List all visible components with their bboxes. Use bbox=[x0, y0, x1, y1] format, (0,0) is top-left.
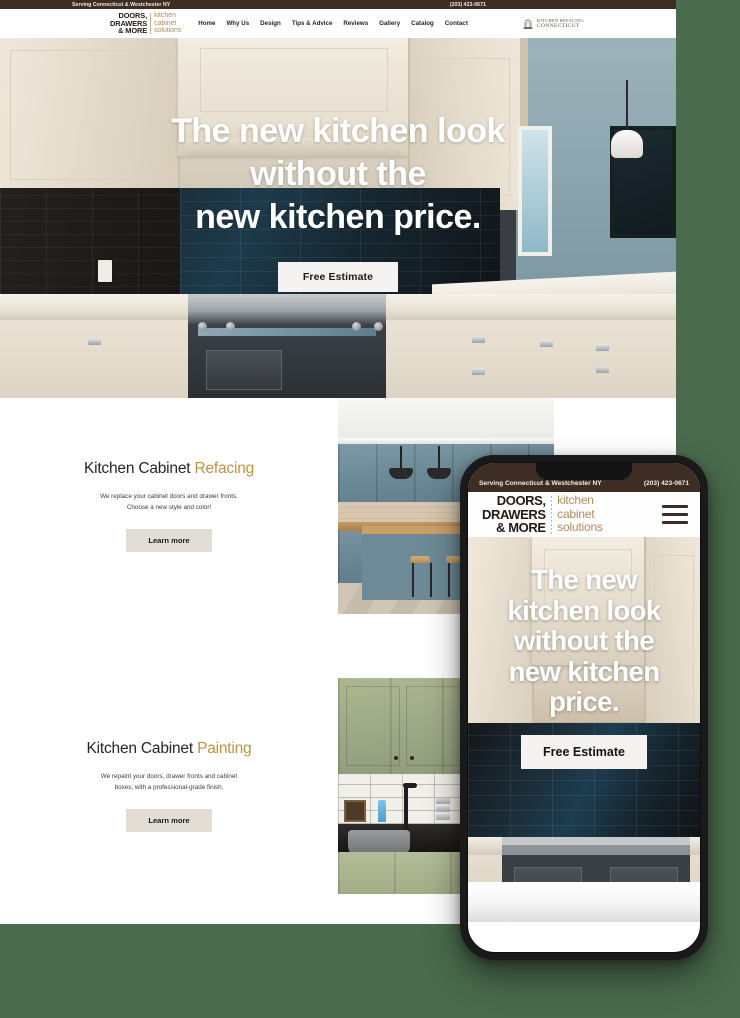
badge-line-2: CONNECTICUT bbox=[536, 22, 580, 29]
logo-divider bbox=[150, 13, 152, 34]
painting-title-plain: Kitchen Cabinet bbox=[86, 740, 198, 757]
refacing-title: Kitchen Cabinet Refacing bbox=[0, 460, 338, 478]
hero-free-estimate-button[interactable]: Free Estimate bbox=[277, 262, 399, 292]
arch-monument-icon bbox=[523, 19, 533, 29]
mobile-site-logo[interactable]: DOORS, DRAWERS & MORE kitchen cabinet so… bbox=[482, 493, 603, 536]
hero-headline-line-1: The new kitchen look bbox=[171, 112, 505, 150]
mobile-serving-area-text: Serving Connecticut & Westchester NY bbox=[479, 480, 602, 487]
logo-sub-3: solutions bbox=[154, 27, 182, 35]
mobile-hero-line-4: new kitchen bbox=[508, 655, 660, 687]
logo-tagline: kitchen cabinet solutions bbox=[154, 12, 181, 34]
hero-headline-line-3: new kitchen price. bbox=[195, 198, 481, 236]
phone-number-link[interactable]: (203) 423-0671 bbox=[450, 2, 486, 8]
painting-text-block: Kitchen Cabinet Painting We repaint your… bbox=[0, 678, 338, 832]
hero-content: The new kitchen look without the new kit… bbox=[0, 38, 676, 398]
serving-area-text: Serving Connecticut & Westchester NY bbox=[72, 1, 171, 8]
mobile-hero-headline: The new kitchen look without the new kit… bbox=[507, 564, 661, 718]
kitchen-refacing-connecticut-badge[interactable]: KITCHEN REFACING CONNECTICUT bbox=[522, 18, 584, 30]
mobile-hero-line-1: The new bbox=[531, 564, 637, 595]
painting-desc-line-2: boxes, with a professional-grade finish. bbox=[114, 783, 224, 791]
badge-text: KITCHEN REFACING CONNECTICUT bbox=[537, 18, 584, 29]
phone-notch bbox=[536, 463, 632, 480]
mobile-hero-line-5: price. bbox=[549, 686, 619, 717]
nav-item-catalog[interactable]: Catalog bbox=[411, 20, 434, 27]
mobile-logo-wordmark: DOORS, DRAWERS & MORE bbox=[482, 493, 546, 536]
site-logo[interactable]: DOORS, DRAWERS & MORE kitchen cabinet so… bbox=[110, 12, 181, 36]
nav-item-design[interactable]: Design bbox=[260, 20, 281, 27]
mobile-logo-line-2: DRAWERS bbox=[482, 506, 546, 522]
mobile-hero-line-2: kitchen look bbox=[507, 594, 661, 626]
primary-navigation: Home Why Us Design Tips & Advice Reviews… bbox=[198, 20, 468, 27]
hamburger-menu-icon[interactable] bbox=[662, 504, 688, 525]
refacing-learn-more-button[interactable]: Learn more bbox=[126, 529, 212, 552]
nav-item-contact[interactable]: Contact bbox=[445, 20, 468, 27]
mobile-logo-sub-1: kitchen bbox=[557, 493, 594, 508]
logo-sub-1: kitchen bbox=[154, 12, 176, 20]
mobile-hero-line-3: without the bbox=[513, 625, 655, 656]
mobile-phone-number-link[interactable]: (203) 423-0671 bbox=[644, 480, 689, 487]
mobile-hero-content: The new kitchen look without the new kit… bbox=[468, 537, 700, 922]
painting-title-accent: Painting bbox=[197, 740, 252, 757]
nav-item-reviews[interactable]: Reviews bbox=[343, 20, 368, 27]
nav-item-tips-advice[interactable]: Tips & Advice bbox=[292, 20, 333, 27]
painting-learn-more-button[interactable]: Learn more bbox=[126, 809, 212, 832]
logo-wordmark: DOORS, DRAWERS & MORE bbox=[110, 12, 148, 36]
refacing-desc-line-1: We replace your cabinet doors and drawer… bbox=[100, 493, 238, 500]
mobile-logo-line-3: & MORE bbox=[496, 520, 546, 536]
logo-sub-2: cabinet bbox=[154, 19, 177, 27]
hero-headline: The new kitchen look without the new kit… bbox=[171, 110, 505, 239]
phone-screen: Serving Connecticut & Westchester NY (20… bbox=[467, 462, 701, 953]
painting-description: We repaint your doors, drawer fronts and… bbox=[0, 772, 338, 793]
nav-item-why-us[interactable]: Why Us bbox=[226, 20, 249, 27]
logo-line-3: & MORE bbox=[118, 26, 148, 36]
hamburger-bar-2 bbox=[662, 512, 688, 517]
mobile-hero-section: The new kitchen look without the new kit… bbox=[468, 537, 700, 922]
painting-title: Kitchen Cabinet Painting bbox=[0, 740, 338, 758]
mobile-logo-tagline: kitchen cabinet solutions bbox=[557, 493, 603, 535]
mobile-logo-line-1: DOORS, bbox=[496, 493, 546, 509]
mobile-navbar: DOORS, DRAWERS & MORE kitchen cabinet so… bbox=[468, 492, 700, 537]
hamburger-bar-3 bbox=[662, 520, 688, 525]
mobile-logo-sub-2: cabinet bbox=[557, 506, 595, 521]
mobile-logo-sub-3: solutions bbox=[557, 520, 603, 535]
mobile-phone-mockup: Serving Connecticut & Westchester NY (20… bbox=[460, 455, 708, 960]
refacing-description: We replace your cabinet doors and drawer… bbox=[0, 492, 338, 513]
nav-item-home[interactable]: Home bbox=[198, 20, 215, 27]
painting-desc-line-1: We repaint your doors, drawer fronts and… bbox=[100, 773, 238, 780]
hero-section: The new kitchen look without the new kit… bbox=[0, 38, 676, 398]
desktop-navbar: DOORS, DRAWERS & MORE kitchen cabinet so… bbox=[0, 9, 676, 38]
hamburger-bar-1 bbox=[662, 504, 688, 509]
mobile-free-estimate-button[interactable]: Free Estimate bbox=[521, 734, 647, 769]
refacing-desc-line-2: Choose a new style and color! bbox=[126, 503, 212, 511]
refacing-title-plain: Kitchen Cabinet bbox=[83, 460, 195, 477]
hero-headline-line-2: without the bbox=[250, 155, 426, 193]
phone-home-indicator-area bbox=[468, 882, 700, 922]
desktop-utility-bar: Serving Connecticut & Westchester NY (20… bbox=[0, 0, 676, 9]
refacing-text-block: Kitchen Cabinet Refacing We replace your… bbox=[0, 398, 338, 552]
mobile-logo-divider bbox=[550, 495, 553, 534]
nav-item-gallery[interactable]: Gallery bbox=[379, 20, 400, 27]
refacing-title-accent: Refacing bbox=[194, 460, 255, 477]
